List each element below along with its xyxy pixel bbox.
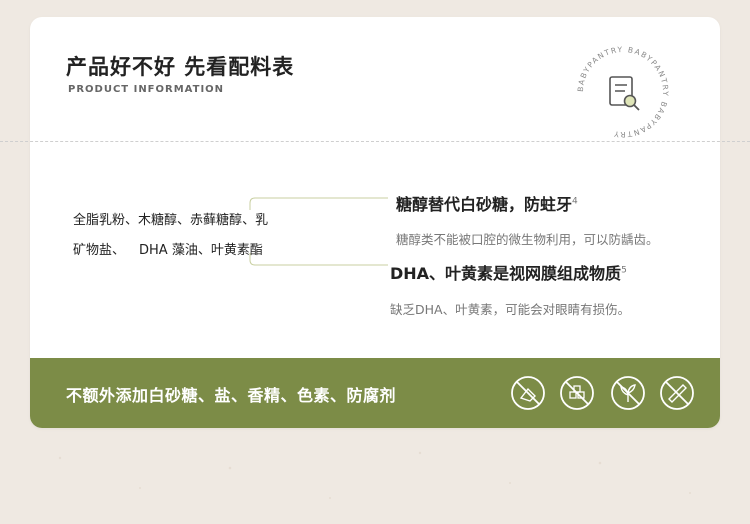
benefit-desc-2: 缺乏DHA、叶黄素，可能会对眼睛有损伤。 (390, 302, 631, 317)
no-flavor-icon (611, 376, 645, 410)
ingredients-line-1: 全脂乳粉、木糖醇、赤藓糖醇、乳 (73, 213, 269, 228)
highlight-xylitol: 木糖醇 (138, 213, 178, 228)
benefit-title-1: 糖醇替代白砂糖，防蛀牙4 (396, 195, 578, 214)
svg-text:BABYPANTRY BABYPANTRY BABYPANT: BABYPANTRY BABYPANTRY BABYPANTRY (576, 45, 670, 139)
no-additives-band: 不额外添加白砂糖、盐、香精、色素、防腐剂 (30, 358, 720, 428)
page-subtitle: PRODUCT INFORMATION (68, 84, 225, 95)
benefit-title-2: DHA、叶黄素是视网膜组成物质5 (390, 264, 627, 283)
footnote-5: 5 (621, 265, 627, 276)
no-salt-icon (560, 376, 594, 410)
badge-ring-text: BABYPANTRY BABYPANTRY BABYPANTRY (576, 45, 669, 139)
no-sugar-icon (511, 376, 545, 410)
ingredients-line-2: 矿物盐、 DHA 藻油、叶黄素酯 (73, 243, 263, 258)
benefit-desc-1: 糖醇类不能被口腔的微生物利用，可以防龋齿。 (396, 232, 659, 247)
background-texture (58, 451, 691, 499)
highlight-dha-lutein: DHA 藻油、叶黄素酯 (139, 243, 263, 258)
no-additives-statement: 不额外添加白砂糖、盐、香精、色素、防腐剂 (66, 386, 397, 405)
dashed-divider (0, 141, 750, 142)
highlight-erythritol: 赤藓糖醇 (190, 213, 243, 228)
no-preservative-icon (660, 376, 694, 410)
footnote-4: 4 (572, 196, 578, 207)
page-title: 产品好不好 先看配料表 (66, 55, 295, 79)
babypantry-badge-icon: BABYPANTRY BABYPANTRY BABYPANTRY (576, 45, 670, 139)
product-info-card: 产品好不好 先看配料表 PRODUCT INFORMATION BABYPANT… (30, 17, 720, 428)
